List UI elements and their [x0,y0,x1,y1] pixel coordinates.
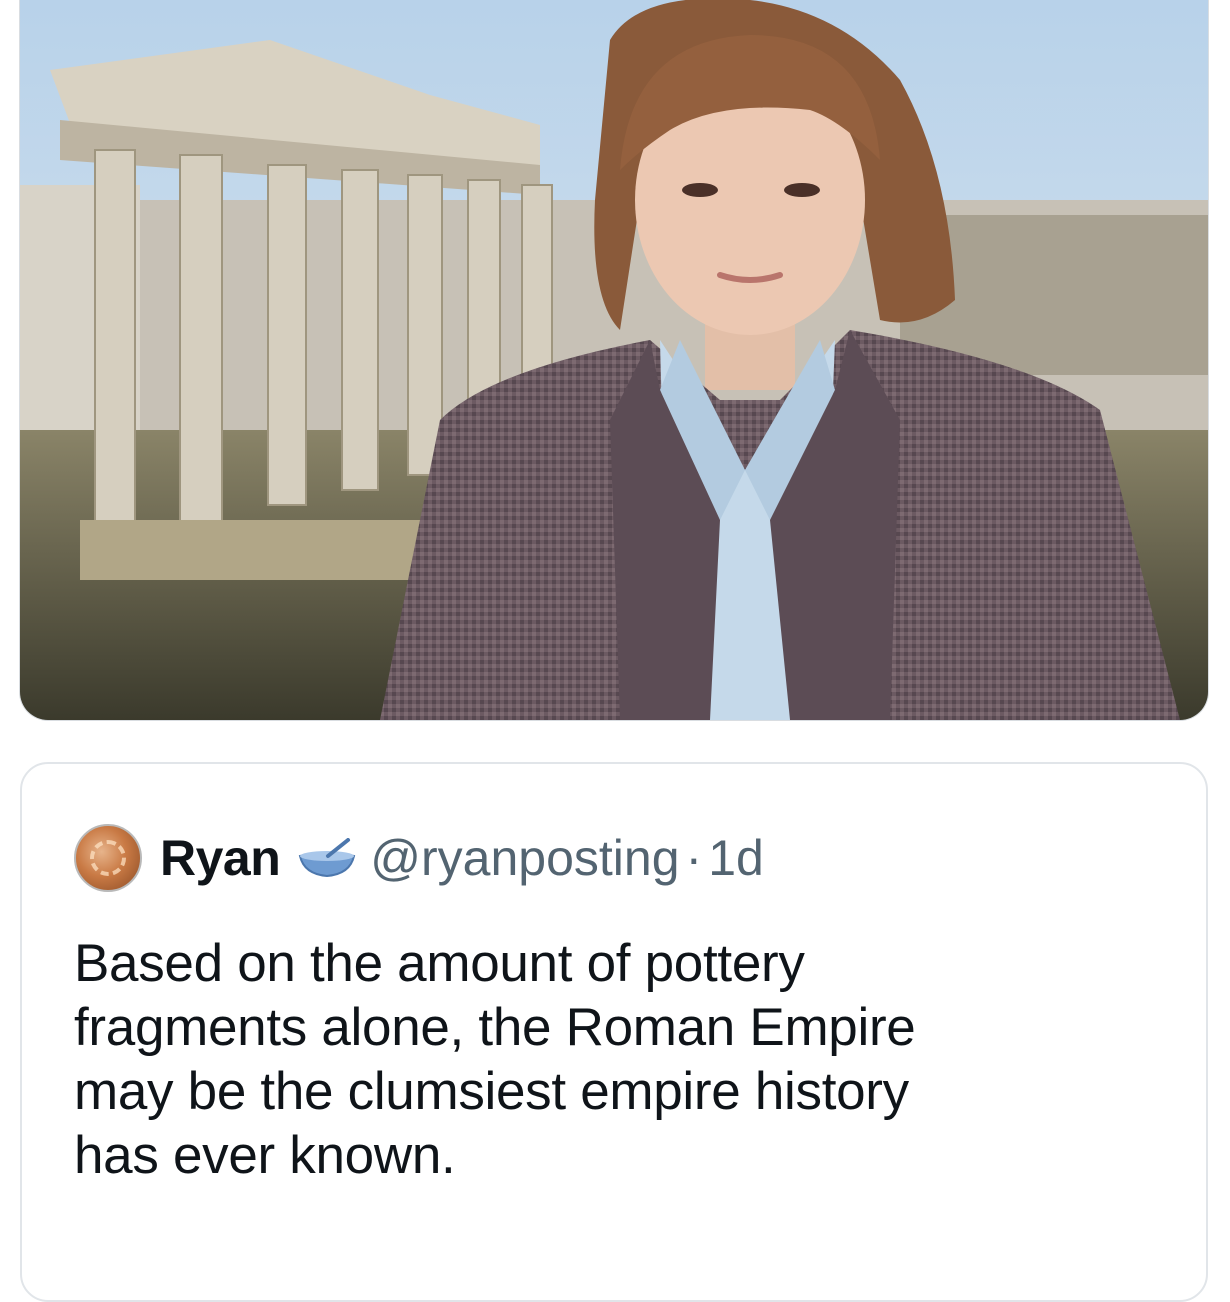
tweet-header: Ryan @ryanposting · 1d [74,820,764,896]
separator-dot: · [685,830,703,886]
tweet-text-line: may be the clumsiest empire history [74,1062,909,1121]
tweet-text-line: has ever known. [74,1126,456,1185]
tweet-text-line: Based on the amount of pottery [74,934,805,993]
photo-illustration [20,0,1208,720]
tweet-card[interactable]: Ryan @ryanposting · 1d Based on the amou… [20,762,1208,1302]
post-timestamp[interactable]: 1d [708,829,764,887]
bowl-with-spoon-icon [298,838,356,878]
tweet-text-line: fragments alone, the Roman Empire [74,998,916,1057]
avatar[interactable] [74,824,142,892]
tweet-body: Based on the amount of pottery fragments… [74,932,1154,1188]
author-handle[interactable]: @ryanposting [370,829,679,887]
post-photo[interactable] [20,0,1208,720]
author-display-name[interactable]: Ryan [160,829,281,887]
